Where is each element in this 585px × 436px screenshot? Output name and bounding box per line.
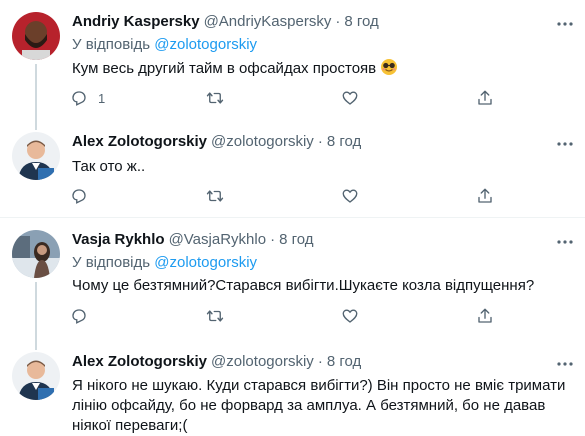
tweet-text: Так ото ж.. (72, 158, 146, 175)
retweet-button[interactable] (206, 187, 234, 205)
reply-icon (72, 91, 86, 106)
thread-line (35, 120, 37, 130)
author-name[interactable]: Alex Zolotogorskiy (72, 353, 207, 370)
separator-dot: · (270, 231, 276, 248)
tweet-2[interactable]: Alex Zolotogorskiy @zolotogorskiy · 8 го… (0, 120, 585, 217)
heart-icon (342, 309, 358, 323)
reply-button[interactable] (70, 307, 98, 325)
like-button[interactable] (341, 307, 369, 325)
tweet-header: Alex Zolotogorskiy @zolotogorskiy · 8 го… (72, 133, 361, 150)
avatar[interactable] (12, 230, 60, 278)
tweet-header: Alex Zolotogorskiy @zolotogorskiy · 8 го… (72, 353, 361, 370)
retweet-button[interactable] (206, 307, 234, 325)
share-icon (478, 188, 492, 203)
timestamp[interactable]: 8 год (344, 13, 378, 30)
more-options-icon[interactable] (555, 232, 575, 252)
like-button[interactable] (341, 187, 369, 205)
more-options-icon[interactable] (555, 14, 575, 34)
like-button[interactable] (341, 89, 369, 107)
avatar[interactable] (12, 352, 60, 400)
avatar[interactable] (12, 12, 60, 60)
heart-icon (342, 91, 358, 105)
retweet-button[interactable] (206, 89, 234, 107)
tweet-actions: 1 (66, 89, 506, 109)
more-options-icon[interactable] (555, 354, 575, 374)
share-button[interactable] (476, 89, 494, 107)
heart-icon (342, 189, 358, 203)
tweet-text: Кум весь другий тайм в офсайдах простояв (72, 58, 572, 82)
author-name[interactable]: Andriy Kaspersky (72, 13, 200, 30)
reply-button[interactable] (70, 187, 98, 205)
share-button[interactable] (476, 187, 494, 205)
reply-icon (72, 309, 86, 324)
retweet-icon (206, 92, 224, 104)
tweet-1[interactable]: Andriy Kaspersky @AndriyKaspersky · 8 го… (0, 0, 585, 120)
reply-prefix: У відповідь (72, 254, 151, 271)
tweet-3[interactable]: Vasja Rykhlo @VasjaRykhlo · 8 год У відп… (0, 218, 585, 340)
tweet-4[interactable]: Alex Zolotogorskiy @zolotogorskiy · 8 го… (0, 340, 585, 434)
author-handle[interactable]: @VasjaRykhlo (169, 231, 267, 248)
thread-line (35, 340, 37, 350)
share-button[interactable] (476, 307, 494, 325)
separator-dot: · (317, 353, 323, 370)
tweet-actions (66, 187, 506, 207)
tweet-header: Andriy Kaspersky @AndriyKaspersky · 8 го… (72, 13, 379, 30)
share-icon (478, 90, 492, 105)
timestamp[interactable]: 8 год (327, 133, 361, 150)
avatar[interactable] (12, 132, 60, 180)
smiling-face-with-sunglasses-icon (380, 58, 398, 82)
share-icon (478, 308, 492, 323)
tweet-header: Vasja Rykhlo @VasjaRykhlo · 8 год (72, 231, 313, 248)
retweet-icon (206, 310, 224, 322)
reply-mention-link[interactable]: @zolotogorskiy (154, 254, 257, 271)
tweet-text: Я нікого не шукаю. Куди старався вибігти… (72, 377, 566, 434)
tweet-text-content: Кум весь другий тайм в офсайдах простояв (72, 60, 377, 77)
thread-line (35, 282, 37, 340)
author-handle[interactable]: @zolotogorskiy (211, 133, 314, 150)
timestamp[interactable]: 8 год (279, 231, 313, 248)
tweet-actions (66, 307, 506, 327)
tweet-text: Чому це безтямний?Старався вибігти.Шукає… (72, 277, 535, 294)
separator-dot: · (335, 13, 341, 30)
separator-dot: · (317, 133, 323, 150)
author-name[interactable]: Vasja Rykhlo (72, 231, 165, 248)
retweet-icon (206, 190, 224, 202)
author-handle[interactable]: @AndriyKaspersky (204, 13, 332, 30)
author-name[interactable]: Alex Zolotogorskiy (72, 133, 207, 150)
reply-button[interactable]: 1 (70, 89, 105, 107)
reply-icon (72, 189, 86, 204)
thread-line (35, 64, 37, 120)
reply-context: У відповідь @zolotogorskiy (72, 254, 257, 271)
reply-mention-link[interactable]: @zolotogorskiy (154, 36, 257, 53)
reply-count: 1 (98, 90, 106, 106)
author-handle[interactable]: @zolotogorskiy (211, 353, 314, 370)
reply-context: У відповідь @zolotogorskiy (72, 36, 257, 53)
timestamp[interactable]: 8 год (327, 353, 361, 370)
reply-prefix: У відповідь (72, 36, 151, 53)
more-options-icon[interactable] (555, 134, 575, 154)
